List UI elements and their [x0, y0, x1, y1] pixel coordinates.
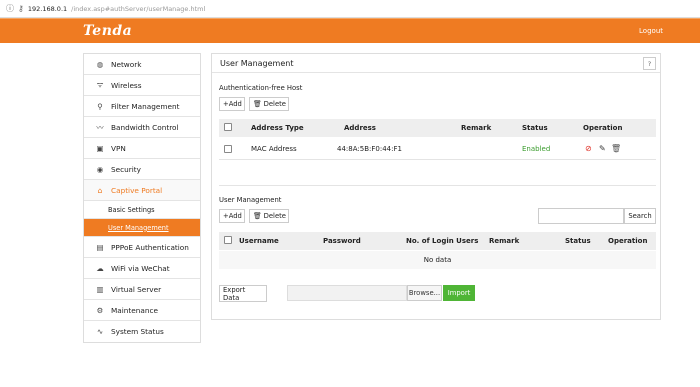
disable-icon[interactable]: ⊘: [585, 144, 592, 153]
users-table-header: Username Password No. of Login Users Rem…: [219, 232, 656, 250]
column-header: Username: [239, 237, 279, 245]
top-bar: Tenda Logout: [0, 18, 700, 43]
column-header: Status: [565, 237, 591, 245]
wechat-icon: ☁: [96, 263, 104, 273]
sidebar-item-security[interactable]: ◉ Security: [84, 159, 200, 180]
row-address: 44:8A:5B:F0:44:F1: [337, 145, 402, 153]
users-delete-button[interactable]: 🗑 Delete: [249, 209, 289, 223]
pulse-icon: ∿: [96, 327, 104, 336]
info-icon[interactable]: ⓘ: [6, 3, 14, 14]
main-panel: User Management ? Authentication-free Ho…: [211, 53, 661, 320]
browser-url-bar[interactable]: ⓘ ⚷ 192.168.0.1/index.asp#authServer/use…: [0, 0, 700, 18]
auth-free-delete-button[interactable]: 🗑 Delete: [249, 97, 289, 111]
brand-logo: Tenda: [83, 23, 133, 39]
column-header: Operation: [608, 237, 648, 245]
sidebar-item-virtual-server[interactable]: ▥ Virtual Server: [84, 279, 200, 300]
sidebar-item-maintenance[interactable]: ⚙ Maintenance: [84, 300, 200, 321]
trash-icon[interactable]: 🗑: [611, 144, 621, 153]
row-address-type: MAC Address: [251, 145, 297, 153]
bandwidth-icon: 〰: [96, 122, 104, 132]
users-add-button[interactable]: +Add: [219, 209, 245, 223]
import-button[interactable]: Import: [443, 285, 475, 301]
wifi-icon: ᯤ: [96, 80, 104, 89]
url-host: 192.168.0.1: [27, 4, 68, 13]
wrench-icon: ⚙: [96, 305, 104, 315]
security-icon: ◉: [96, 164, 104, 174]
column-header: Status: [522, 124, 548, 132]
table-row: MAC Address 44:8A:5B:F0:44:F1 Enabled ⊘ …: [219, 139, 656, 160]
users-empty-state: No data: [219, 251, 656, 269]
sidebar-subitem-user-management[interactable]: User Management: [84, 219, 200, 237]
divider: [219, 185, 656, 186]
users-search-button[interactable]: Search: [624, 208, 656, 224]
users-search-input[interactable]: [538, 208, 624, 224]
trash-icon: 🗑: [253, 100, 262, 108]
select-all-checkbox[interactable]: [224, 123, 232, 133]
column-header: Password: [323, 237, 361, 245]
sidebar-item-filter-management[interactable]: ⚲ Filter Management: [84, 96, 200, 117]
browse-button[interactable]: Browse...: [407, 285, 442, 301]
auth-free-add-button[interactable]: +Add: [219, 97, 245, 111]
sidebar-item-system-status[interactable]: ∿ System Status: [84, 321, 200, 342]
sidebar-item-vpn[interactable]: ▣ VPN: [84, 138, 200, 159]
sidebar-item-bandwidth-control[interactable]: 〰 Bandwidth Control: [84, 117, 200, 138]
filter-icon: ⚲: [97, 101, 103, 111]
server-icon: ▥: [96, 284, 104, 294]
column-header: Remark: [489, 237, 520, 245]
sidebar-item-wechat[interactable]: ☁ WiFi via WeChat: [84, 258, 200, 279]
sidebar-subitem-basic-settings[interactable]: Basic Settings: [84, 201, 200, 219]
edit-icon[interactable]: ✎: [599, 144, 606, 153]
portal-icon: ⌂: [97, 185, 103, 195]
vpn-icon: ▣: [96, 143, 104, 153]
sidebar-item-captive-portal[interactable]: ⌂ Captive Portal: [84, 180, 200, 201]
trash-icon: 🗑: [253, 212, 262, 220]
column-header: Operation: [583, 124, 623, 132]
pppoe-icon: ▤: [96, 242, 104, 252]
url-path: /index.asp#authServer/userManage.html: [71, 4, 206, 13]
column-header: Remark: [461, 124, 492, 132]
globe-icon: ◍: [96, 59, 104, 69]
logout-link[interactable]: Logout: [639, 27, 663, 35]
sidebar-item-pppoe[interactable]: ▤ PPPoE Authentication: [84, 237, 200, 258]
sidebar-item-network[interactable]: ◍ Network: [84, 54, 200, 75]
sidebar-item-wireless[interactable]: ᯤ Wireless: [84, 75, 200, 96]
sidebar: ◍ Network ᯤ Wireless ⚲ Filter Management 〰 B…: [83, 53, 201, 343]
users-section-title: User Management: [219, 196, 282, 204]
row-checkbox[interactable]: [224, 145, 232, 155]
auth-free-section-title: Authentication-free Host: [219, 84, 303, 92]
auth-free-table-header: Address Type Address Remark Status Opera…: [219, 119, 656, 137]
help-button[interactable]: ?: [643, 57, 656, 70]
import-file-field[interactable]: [287, 285, 407, 301]
key-icon: ⚷: [18, 4, 24, 13]
column-header: No. of Login Users: [406, 237, 479, 245]
panel-title: User Management: [212, 54, 660, 73]
column-header: Address: [344, 124, 376, 132]
row-status: Enabled: [522, 145, 551, 153]
export-data-button[interactable]: Export Data: [219, 285, 267, 302]
select-all-checkbox[interactable]: [224, 236, 232, 246]
column-header: Address Type: [251, 124, 304, 132]
